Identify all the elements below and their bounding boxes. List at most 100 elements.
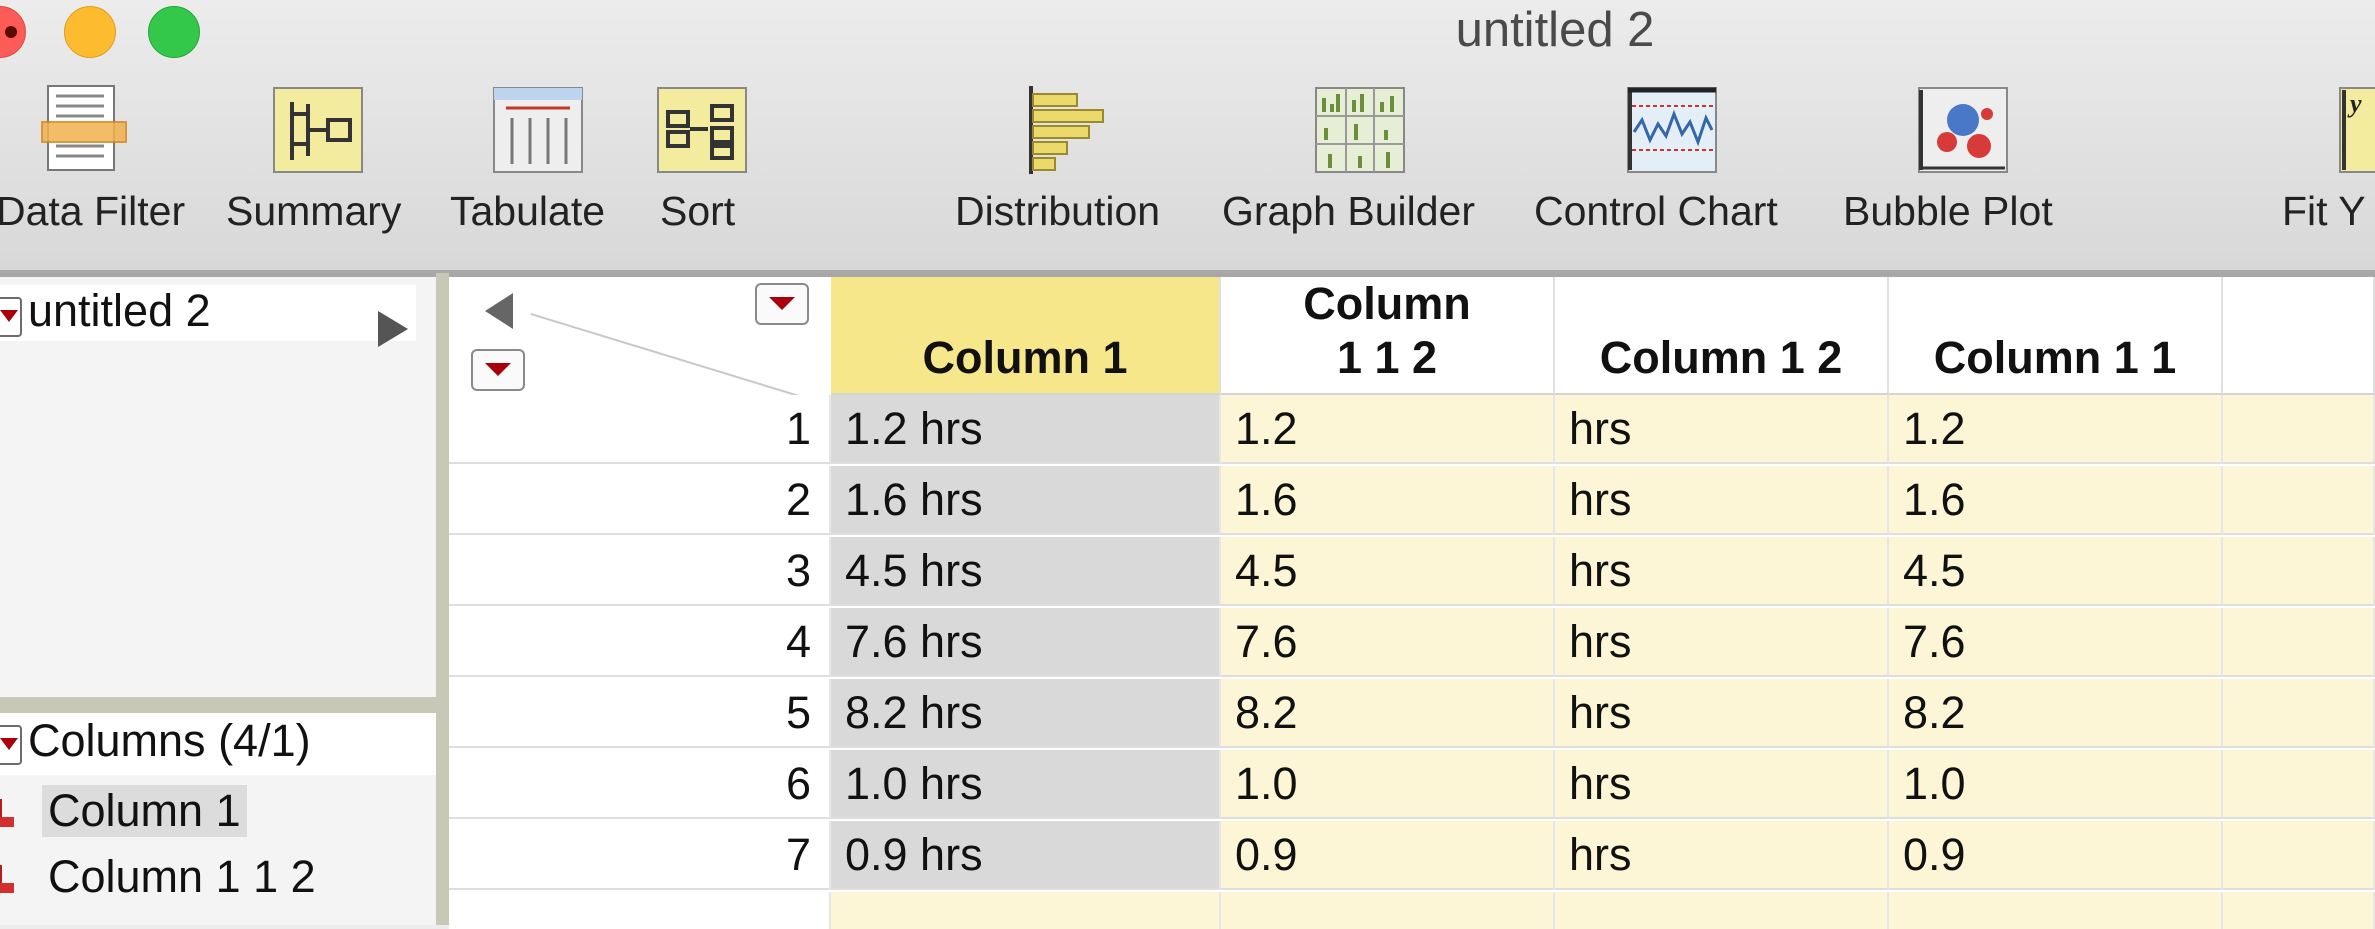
summary-label: Summary <box>226 188 402 234</box>
rows-menu-icon[interactable] <box>471 349 525 391</box>
data-filter-button[interactable]: Data Filter <box>0 84 210 244</box>
table-row[interactable]: 7 0.9 hrs 0.9 hrs 0.9 <box>449 821 2375 892</box>
columns-disclosure-icon[interactable] <box>0 725 22 765</box>
bubble-plot-button[interactable]: Bubble Plot <box>1843 84 2083 244</box>
empty-row[interactable] <box>449 892 2375 929</box>
table-cell[interactable]: 0.9 <box>1889 821 2223 890</box>
empty-cell[interactable] <box>2223 395 2375 464</box>
table-cell[interactable]: 1.2 <box>1221 395 1555 464</box>
empty-cell[interactable] <box>2223 679 2375 748</box>
table-disclosure-icon[interactable] <box>0 297 22 337</box>
column-header[interactable]: Column 1 1 <box>1889 277 2223 395</box>
row-number[interactable]: 5 <box>449 679 831 748</box>
control-chart-button[interactable]: Control Chart <box>1534 84 1814 244</box>
columns-panel: Columns (4/1) Column 1 Column 1 1 2 <box>0 713 436 925</box>
columns-menu-icon[interactable] <box>755 283 809 325</box>
column-list-item[interactable]: Column 1 1 2 <box>0 847 436 907</box>
row-number[interactable]: 4 <box>449 608 831 677</box>
table-cell[interactable]: hrs <box>1555 679 1889 748</box>
data-filter-label: Data Filter <box>0 188 186 234</box>
column-header[interactable]: Column 1 1 2 <box>1221 277 1555 395</box>
row-number[interactable]: 1 <box>449 395 831 464</box>
table-cell[interactable]: 1.6 <box>1889 466 2223 535</box>
table-cell[interactable]: hrs <box>1555 821 1889 890</box>
table-cell[interactable]: 0.9 hrs <box>831 821 1221 890</box>
table-panel-header: untitled 2 <box>0 285 416 347</box>
table-cell[interactable]: 8.2 <box>1221 679 1555 748</box>
table-cell[interactable]: 7.6 <box>1889 608 2223 677</box>
empty-cell[interactable] <box>1221 892 1555 929</box>
table-cell[interactable]: 4.5 hrs <box>831 537 1221 606</box>
svg-text:y: y <box>2347 89 2362 118</box>
table-cell[interactable]: 8.2 <box>1889 679 2223 748</box>
empty-cell[interactable] <box>2223 466 2375 535</box>
fit-y-button[interactable]: y Fit Y <box>2280 84 2375 244</box>
empty-cell[interactable] <box>1889 892 2223 929</box>
table-cell[interactable]: 1.0 hrs <box>831 750 1221 819</box>
data-grid: Column 1 Column 1 1 2 Column 1 2 Column … <box>449 273 2375 929</box>
empty-cell[interactable] <box>1555 892 1889 929</box>
run-script-icon[interactable] <box>378 311 408 347</box>
sort-button[interactable]: Sort <box>652 84 762 244</box>
control-chart-label: Control Chart <box>1534 188 1778 234</box>
grid-corner <box>449 277 831 403</box>
table-cell[interactable]: hrs <box>1555 608 1889 677</box>
distribution-button[interactable]: Distribution <box>955 84 1195 244</box>
row-number[interactable]: 2 <box>449 466 831 535</box>
table-name: untitled 2 <box>28 285 211 336</box>
table-cell[interactable]: 1.6 <box>1221 466 1555 535</box>
table-cell[interactable]: 4.5 <box>1889 537 2223 606</box>
panel-divider[interactable] <box>0 697 436 713</box>
column-header-label: Column 1 1 2 <box>1303 278 1471 383</box>
row-number[interactable]: 3 <box>449 537 831 606</box>
empty-cell[interactable] <box>831 892 1221 929</box>
graph-builder-label: Graph Builder <box>1222 188 1475 234</box>
table-cell[interactable]: 4.5 <box>1221 537 1555 606</box>
empty-column-header[interactable] <box>2223 277 2375 395</box>
table-cell[interactable]: hrs <box>1555 466 1889 535</box>
summary-icon <box>273 87 363 173</box>
table-row[interactable]: 1 1.2 hrs 1.2 hrs 1.2 <box>449 395 2375 466</box>
table-cell[interactable]: 1.0 <box>1889 750 2223 819</box>
table-cell[interactable]: 0.9 <box>1221 821 1555 890</box>
column-header[interactable]: Column 1 2 <box>1555 277 1889 395</box>
empty-cell[interactable] <box>2223 821 2375 890</box>
table-cell[interactable]: 1.0 <box>1221 750 1555 819</box>
graph-builder-button[interactable]: Graph Builder <box>1222 84 1512 244</box>
summary-button[interactable]: Summary <box>226 84 416 244</box>
empty-cell[interactable] <box>2223 537 2375 606</box>
table-row[interactable]: 3 4.5 hrs 4.5 hrs 4.5 <box>449 537 2375 608</box>
row-number[interactable]: 6 <box>449 750 831 819</box>
empty-cell[interactable] <box>449 892 831 929</box>
column-list-label: Column 1 <box>42 785 247 837</box>
table-cell[interactable]: 1.2 <box>1889 395 2223 464</box>
data-filter-icon <box>41 85 127 171</box>
table-cell[interactable]: hrs <box>1555 537 1889 606</box>
table-cell[interactable]: 1.2 hrs <box>831 395 1221 464</box>
window-toolbar: untitled 2 Data Filter Summary Tabulate … <box>0 0 2375 273</box>
table-cell[interactable]: hrs <box>1555 750 1889 819</box>
table-row[interactable]: 5 8.2 hrs 8.2 hrs 8.2 <box>449 679 2375 750</box>
tabulate-button[interactable]: Tabulate <box>450 84 630 244</box>
table-cell[interactable]: 7.6 <box>1221 608 1555 677</box>
table-panel: untitled 2 <box>0 273 436 701</box>
table-cell[interactable]: 7.6 hrs <box>831 608 1221 677</box>
graph-builder-icon <box>1315 87 1405 173</box>
empty-cell[interactable] <box>2223 608 2375 677</box>
bubble-plot-icon <box>1918 87 2008 173</box>
columns-panel-header: Columns (4/1) <box>0 713 436 775</box>
table-cell[interactable]: hrs <box>1555 395 1889 464</box>
columns-header: Columns (4/1) <box>28 715 311 766</box>
scroll-left-icon[interactable] <box>485 293 513 329</box>
table-row[interactable]: 2 1.6 hrs 1.6 hrs 1.6 <box>449 466 2375 537</box>
row-number[interactable]: 7 <box>449 821 831 890</box>
empty-cell[interactable] <box>2223 892 2375 929</box>
table-cell[interactable]: 8.2 hrs <box>831 679 1221 748</box>
table-cell[interactable]: 1.6 hrs <box>831 466 1221 535</box>
table-row[interactable]: 6 1.0 hrs 1.0 hrs 1.0 <box>449 750 2375 821</box>
table-row[interactable]: 4 7.6 hrs 7.6 hrs 7.6 <box>449 608 2375 679</box>
continuous-column-icon <box>0 799 14 827</box>
column-list-item[interactable]: Column 1 <box>0 781 436 841</box>
empty-cell[interactable] <box>2223 750 2375 819</box>
column-header[interactable]: Column 1 <box>831 277 1221 395</box>
